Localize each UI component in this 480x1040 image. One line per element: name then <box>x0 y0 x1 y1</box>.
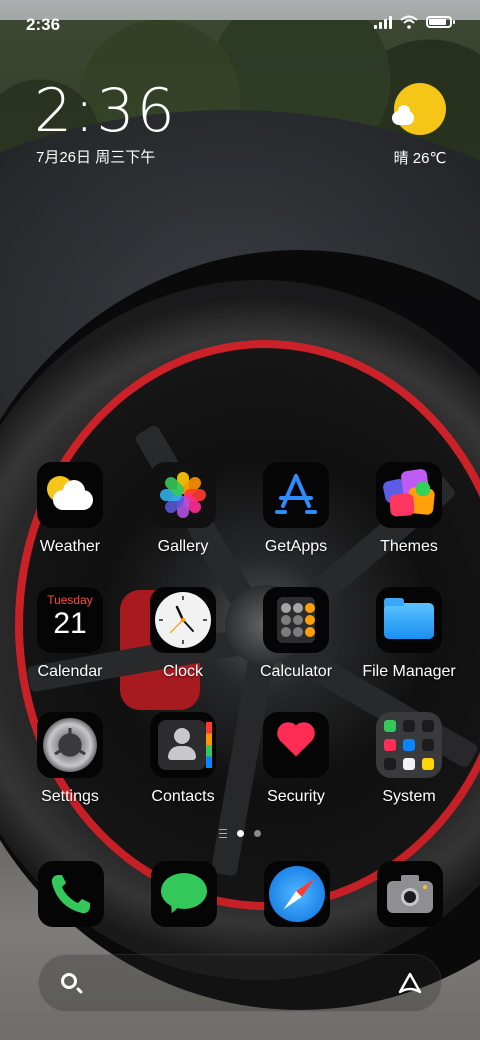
app-label: System <box>382 788 436 805</box>
page-dot-1[interactable] <box>237 830 244 837</box>
app-label: Contacts <box>151 788 215 805</box>
dock-messages[interactable] <box>151 861 217 927</box>
calendar-weekday: Tuesday <box>47 593 93 607</box>
status-bar: 2:36 <box>0 0 480 50</box>
app-label: Settings <box>41 788 99 805</box>
calendar-icon: Tuesday 21 <box>37 587 103 653</box>
clock-widget-time[interactable]: 2:36 <box>34 76 177 146</box>
app-themes[interactable]: Themes <box>353 462 465 556</box>
weather-widget-text: 晴 26℃ <box>393 150 447 167</box>
search-bar[interactable] <box>38 954 442 1012</box>
battery-icon <box>426 16 455 28</box>
app-system-folder[interactable]: System <box>353 712 465 806</box>
app-calendar[interactable]: Tuesday 21 Calendar <box>14 587 126 681</box>
app-label: Themes <box>380 538 438 555</box>
app-calculator[interactable]: Calculator <box>240 587 352 681</box>
assistant-icon[interactable] <box>397 971 423 997</box>
dock-camera[interactable] <box>377 861 443 927</box>
search-icon[interactable] <box>61 973 77 989</box>
app-label: GetApps <box>264 538 328 555</box>
app-contacts[interactable]: Contacts <box>127 712 239 806</box>
app-label: Gallery <box>157 538 209 555</box>
compass-icon <box>269 866 325 922</box>
contacts-icon <box>150 712 216 778</box>
folder-grid-icon <box>376 712 442 778</box>
app-security[interactable]: Security <box>240 712 352 806</box>
app-label: Clock <box>162 663 203 680</box>
signal-icon <box>374 15 392 29</box>
app-gallery[interactable]: Gallery <box>127 462 239 556</box>
app-store-icon <box>263 462 329 528</box>
app-weather[interactable]: Weather <box>14 462 126 556</box>
app-clock[interactable]: Clock <box>127 587 239 681</box>
app-settings[interactable]: Settings <box>14 712 126 806</box>
message-icon <box>161 873 207 909</box>
sun-cloud-icon <box>392 83 446 135</box>
app-label: Weather <box>39 538 101 555</box>
page-dot-2[interactable] <box>254 830 261 837</box>
folder-icon <box>376 587 442 653</box>
weather-icon <box>37 462 103 528</box>
heart-icon <box>263 712 329 778</box>
app-label: Calendar <box>37 663 103 680</box>
app-label: Security <box>267 788 325 805</box>
gear-icon <box>37 712 103 778</box>
clock-widget-date[interactable]: 7月26日 周三下午 <box>36 146 155 167</box>
app-label: File Manager <box>362 663 456 680</box>
photos-flower-icon <box>150 462 216 528</box>
calculator-icon <box>263 587 329 653</box>
clock-icon <box>150 587 216 653</box>
wifi-icon <box>400 15 418 29</box>
weather-widget[interactable]: 晴 26℃ <box>380 80 460 168</box>
status-icons <box>374 15 455 29</box>
page-indicator[interactable] <box>200 829 280 838</box>
app-getapps[interactable]: GetApps <box>240 462 352 556</box>
themes-tiles-icon <box>376 462 442 528</box>
phone-icon <box>51 875 90 914</box>
calendar-day: 21 <box>53 607 87 640</box>
status-time: 2:36 <box>26 15 61 34</box>
app-drawer-lines-icon[interactable] <box>219 829 227 838</box>
dock-browser[interactable] <box>264 861 330 927</box>
app-file-manager[interactable]: File Manager <box>353 587 465 681</box>
app-label: Calculator <box>259 663 333 680</box>
dock-phone[interactable] <box>38 861 104 927</box>
